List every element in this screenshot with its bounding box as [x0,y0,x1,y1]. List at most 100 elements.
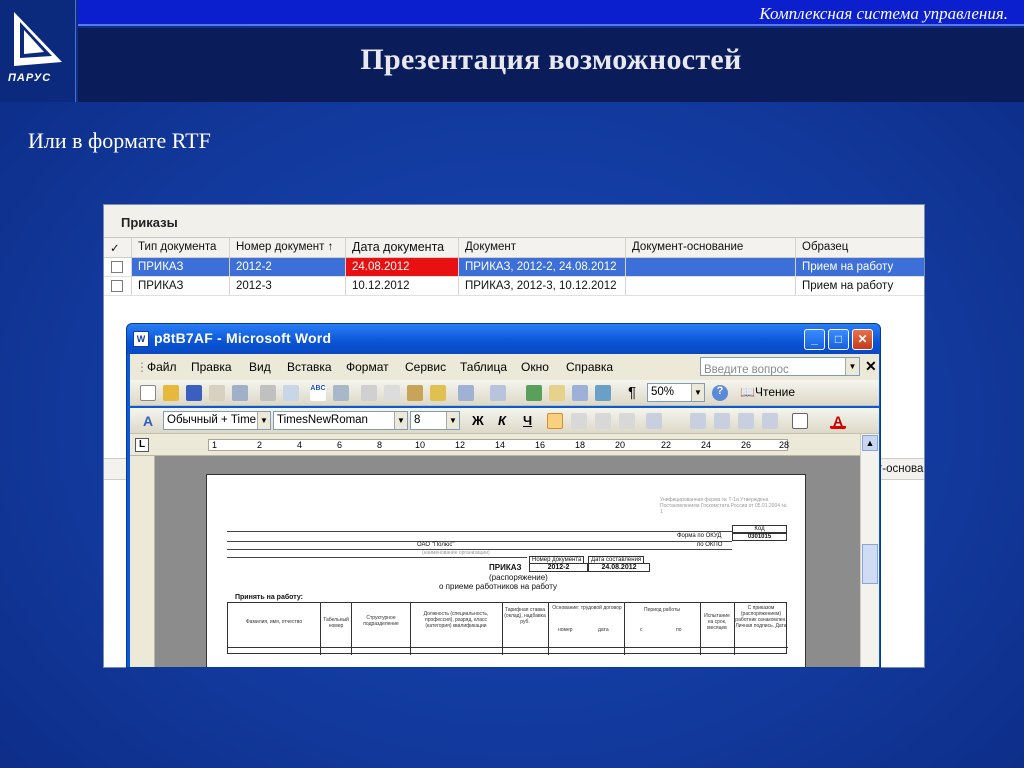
close-button[interactable]: ✕ [852,329,873,350]
maximize-button[interactable]: □ [828,329,849,350]
question-input[interactable]: Введите вопрос ▼ [700,357,860,376]
grid-header: ✓ Тип документа Номер документ ↑ Дата до… [104,238,924,258]
new-doc-icon[interactable] [140,385,156,401]
minimize-button[interactable]: _ [804,329,825,350]
word-title: p8tB7AF - Microsoft Word [154,330,332,346]
menu-help[interactable]: Справка [566,360,613,374]
menu-table[interactable]: Таблица [460,360,507,374]
numbering-icon[interactable] [690,413,706,429]
document-area[interactable]: Унифицированная форма № Т-1а Утверждена … [155,456,860,667]
close-doc-icon[interactable]: ✕ [865,358,877,375]
menu-view[interactable]: Вид [249,360,271,374]
word-titlebar[interactable]: W p8tB7AF - Microsoft Word _ □ ✕ [127,324,880,354]
col-check[interactable]: ✓ [104,238,132,257]
row-checkbox[interactable] [111,280,123,292]
slide-background: ПАРУС Комплексная система управления. Пр… [0,0,1024,768]
row-checkbox[interactable] [111,261,123,273]
col-document[interactable]: Документ [459,238,626,257]
horizontal-ruler[interactable]: L 1 2 4 6 8 10 12 14 16 18 20 22 24 26 2… [130,434,860,456]
font-size-select[interactable]: 8 ▼ [410,411,460,430]
chevron-down-icon[interactable]: ▼ [691,384,704,401]
bullets-icon[interactable] [714,413,730,429]
th-division: Структурное подразделение [363,615,399,627]
menu-file[interactable]: Файл [147,360,177,374]
table-row[interactable]: ПРИКАЗ 2012-3 10.12.2012 ПРИКАЗ, 2012-3,… [104,277,924,296]
menu-window[interactable]: Окно [521,360,549,374]
title-bar: Презентация возможностей [78,28,1024,102]
style-select[interactable]: Обычный + Time ▼ [163,411,271,430]
order-number: 2012-2 [529,563,588,572]
col-doc-basis[interactable]: Документ-основание [626,238,796,257]
col-doc-number[interactable]: Номер документ ↑ [230,238,346,257]
okud-value: 0301015 [732,533,787,541]
permission-icon[interactable] [209,385,225,401]
cell-number: 2012-2 [230,258,346,276]
th-sub-date: дата [598,627,609,633]
menu-tools[interactable]: Сервис [405,360,446,374]
align-left-icon[interactable] [547,413,563,429]
undo-icon[interactable] [458,385,474,401]
slide-subtitle: Или в формате RTF [28,128,211,153]
research-icon[interactable] [333,385,349,401]
chevron-down-icon[interactable]: ▼ [257,412,270,429]
table-row[interactable]: ПРИКАЗ 2012-2 24.08.2012 ПРИКАЗ, 2012-2,… [104,258,924,277]
insert-table-icon[interactable] [572,385,588,401]
styles-icon[interactable]: A [140,413,156,429]
chevron-down-icon[interactable]: ▼ [845,358,859,375]
word-window: W p8tB7AF - Microsoft Word _ □ ✕ ⋮ Файл … [126,323,881,668]
col-sample[interactable]: Образец [796,238,924,257]
font-color-icon[interactable]: A [830,413,846,429]
scroll-up-icon[interactable]: ▲ [862,435,878,451]
org-name: ОАО "Полюс" [417,542,455,548]
save-icon[interactable] [186,385,202,401]
align-center-icon[interactable] [571,413,587,429]
th-sub-from: с [640,627,643,633]
line-spacing-icon[interactable] [646,413,662,429]
justify-icon[interactable] [619,413,635,429]
col-doc-date[interactable]: Дата документа [346,238,459,257]
order-table: Фамилия, имя, отчество Табельный номер С… [227,602,788,655]
tab-stop-icon[interactable]: L [135,438,149,452]
hyperlink-icon[interactable] [526,385,542,401]
print-icon[interactable] [260,385,276,401]
document-page: Унифицированная форма № Т-1а Утверждена … [206,474,806,667]
redo-icon[interactable] [490,385,506,401]
email-icon[interactable] [232,385,248,401]
bold-button[interactable]: Ж [472,413,484,428]
top-banner: Комплексная система управления. [78,0,1024,26]
cut-icon[interactable] [361,385,377,401]
page-title: Презентация возможностей [360,43,742,76]
decrease-indent-icon[interactable] [738,413,754,429]
cell-basis [626,277,796,295]
cell-type: ПРИКАЗ [132,277,230,295]
copy-icon[interactable] [384,385,400,401]
chevron-down-icon[interactable]: ▼ [446,412,459,429]
tables-borders-icon[interactable] [549,385,565,401]
format-painter-icon[interactable] [430,385,446,401]
vertical-scrollbar[interactable]: ▲ [860,434,879,667]
spellcheck-icon[interactable]: ABC [310,385,326,401]
insert-excel-icon[interactable] [595,385,611,401]
menu-insert[interactable]: Вставка [287,360,332,374]
pilcrow-icon[interactable]: ¶ [624,385,640,401]
scroll-thumb[interactable] [862,544,878,584]
increase-indent-icon[interactable] [762,413,778,429]
chevron-down-icon[interactable]: ▼ [394,412,407,429]
open-folder-icon[interactable] [163,385,179,401]
font-select[interactable]: TimesNewRoman ▼ [273,411,408,430]
underline-button[interactable]: Ч [523,413,532,428]
reading-mode-button[interactable]: 📖Чтение [740,385,795,399]
paste-icon[interactable] [407,385,423,401]
col-doc-type[interactable]: Тип документа [132,238,230,257]
standard-toolbar: ABC ¶ 50% ▼ ? 📖Чтение [130,380,879,406]
menu-format[interactable]: Формат [346,360,389,374]
border-icon[interactable] [792,413,808,429]
print-preview-icon[interactable] [283,385,299,401]
menu-edit[interactable]: Правка [191,360,232,374]
align-right-icon[interactable] [595,413,611,429]
zoom-select[interactable]: 50% ▼ [647,383,705,402]
th-probation: Испытание на срок, месяцев [704,613,730,631]
italic-button[interactable]: К [498,413,506,428]
help-icon[interactable]: ? [712,385,728,401]
th-rate: Тарифная ставка (оклад), надбавка руб. [504,607,546,625]
